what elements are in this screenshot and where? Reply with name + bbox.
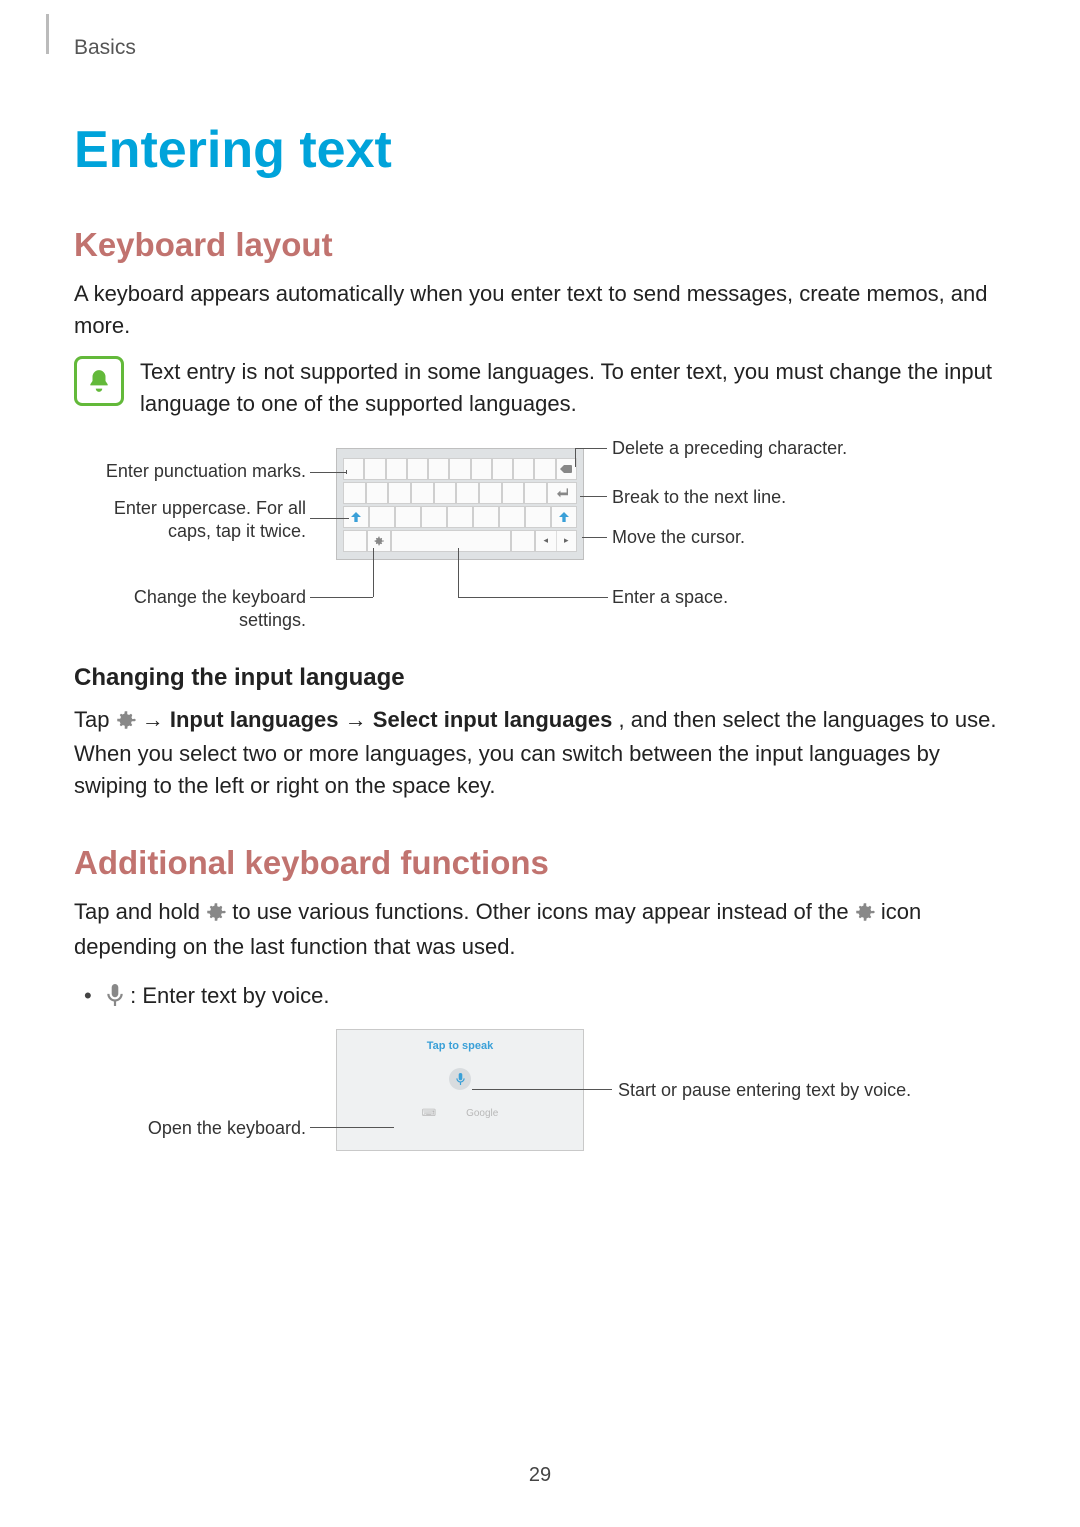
page-title: Entering text — [74, 120, 1006, 180]
notice-text: Text entry is not supported in some lang… — [140, 356, 1006, 420]
section-name: Basics — [74, 36, 136, 60]
keyboard-intro: A keyboard appears automatically when yo… — [74, 278, 1006, 342]
tap-to-speak-label: Tap to speak — [427, 1040, 493, 1052]
punctuation-key — [511, 530, 535, 552]
backspace-key — [556, 458, 577, 480]
bullet-voice: : Enter text by voice. — [84, 979, 1006, 1015]
additional-functions-text: Tap and hold to use various functions. O… — [74, 896, 1006, 963]
gear-icon — [206, 899, 226, 931]
notice-box: Text entry is not supported in some lang… — [74, 356, 1006, 420]
callout-open-keyboard: Open the keyboard. — [74, 1117, 306, 1140]
callout-punctuation: Enter punctuation marks. — [74, 460, 306, 483]
microphone-icon — [106, 982, 124, 1015]
voice-mic-button — [449, 1068, 471, 1090]
callout-newline: Break to the next line. — [612, 486, 992, 509]
callout-uppercase: Enter uppercase. For all caps, tap it tw… — [74, 497, 306, 544]
keyboard-diagram: ◂▸ Enter punctuation marks. Enter upperc… — [74, 448, 1006, 628]
enter-key — [547, 482, 577, 504]
voice-diagram: Tap to speak ⌨ Google Open the keyboard.… — [74, 1029, 1006, 1169]
page-number: 29 — [0, 1464, 1080, 1487]
callout-start-pause: Start or pause entering text by voice. — [618, 1079, 998, 1102]
bell-icon — [74, 356, 124, 406]
space-key — [391, 530, 511, 552]
gear-icon — [855, 899, 875, 931]
gear-icon — [116, 707, 136, 739]
voice-panel-google: Google — [466, 1108, 498, 1119]
heading-additional-functions: Additional keyboard functions — [74, 844, 1006, 882]
callout-settings: Change the keyboard settings. — [74, 586, 306, 633]
settings-key — [367, 530, 391, 552]
callout-cursor: Move the cursor. — [612, 526, 992, 549]
shift-key-right — [551, 506, 577, 528]
voice-panel: Tap to speak ⌨ Google — [336, 1029, 584, 1151]
header-separator — [46, 14, 49, 54]
change-language-text: Tap → Input languages → Select input lan… — [74, 704, 1006, 803]
callout-delete: Delete a preceding character. — [612, 437, 992, 460]
voice-panel-keyboard-icon: ⌨ — [422, 1108, 436, 1119]
page-header: Basics — [74, 36, 1006, 60]
callout-space: Enter a space. — [612, 586, 992, 609]
cursor-keys: ◂▸ — [535, 530, 577, 552]
heading-keyboard-layout: Keyboard layout — [74, 226, 1006, 264]
shift-key-left — [343, 506, 369, 528]
bullet-list: : Enter text by voice. — [84, 979, 1006, 1015]
keyboard-graphic: ◂▸ — [336, 448, 584, 560]
heading-change-language: Changing the input language — [74, 664, 1006, 692]
symbol-key — [343, 530, 367, 552]
